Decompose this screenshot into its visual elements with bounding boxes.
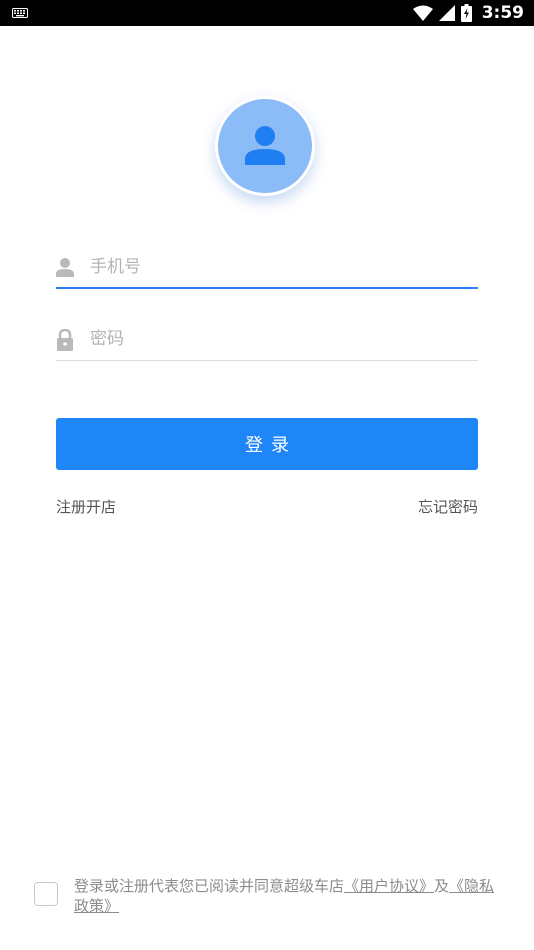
login-button[interactable]: 登录 (56, 418, 478, 470)
register-link[interactable]: 注册开店 (56, 496, 116, 517)
wifi-icon (412, 5, 433, 21)
person-icon (245, 126, 285, 165)
agreement-text: 登录或注册代表您已阅读并同意超级车店《用户协议》及《隐私政策》 (74, 876, 500, 916)
avatar (215, 96, 315, 196)
forgot-password-link[interactable]: 忘记密码 (418, 496, 478, 517)
agreement-conjunction: 及 (434, 877, 450, 895)
user-agreement-link[interactable]: 《用户协议》 (344, 877, 434, 895)
status-time: 3:59 (481, 3, 524, 23)
password-underline (56, 360, 478, 361)
keyboard-icon (12, 8, 28, 18)
agreement-prefix: 登录或注册代表您已阅读并同意超级车店 (74, 877, 345, 895)
password-field (56, 317, 478, 361)
password-input[interactable] (90, 323, 470, 355)
status-bar: 3:59 (0, 0, 534, 26)
login-screen: 3:59 登录 注册开店 忘记密码 登录或注册代表您已阅读并同意超级车店《用户协 (0, 0, 534, 950)
signal-icon (438, 5, 455, 21)
phone-field (56, 245, 478, 289)
status-icons: 3:59 (412, 0, 524, 26)
battery-icon (460, 4, 472, 22)
lock-icon (57, 329, 73, 351)
avatar-circle (218, 99, 312, 193)
phone-input[interactable] (90, 251, 470, 283)
agreement-checkbox[interactable] (34, 882, 58, 906)
person-icon (56, 258, 74, 277)
phone-underline (56, 287, 478, 289)
